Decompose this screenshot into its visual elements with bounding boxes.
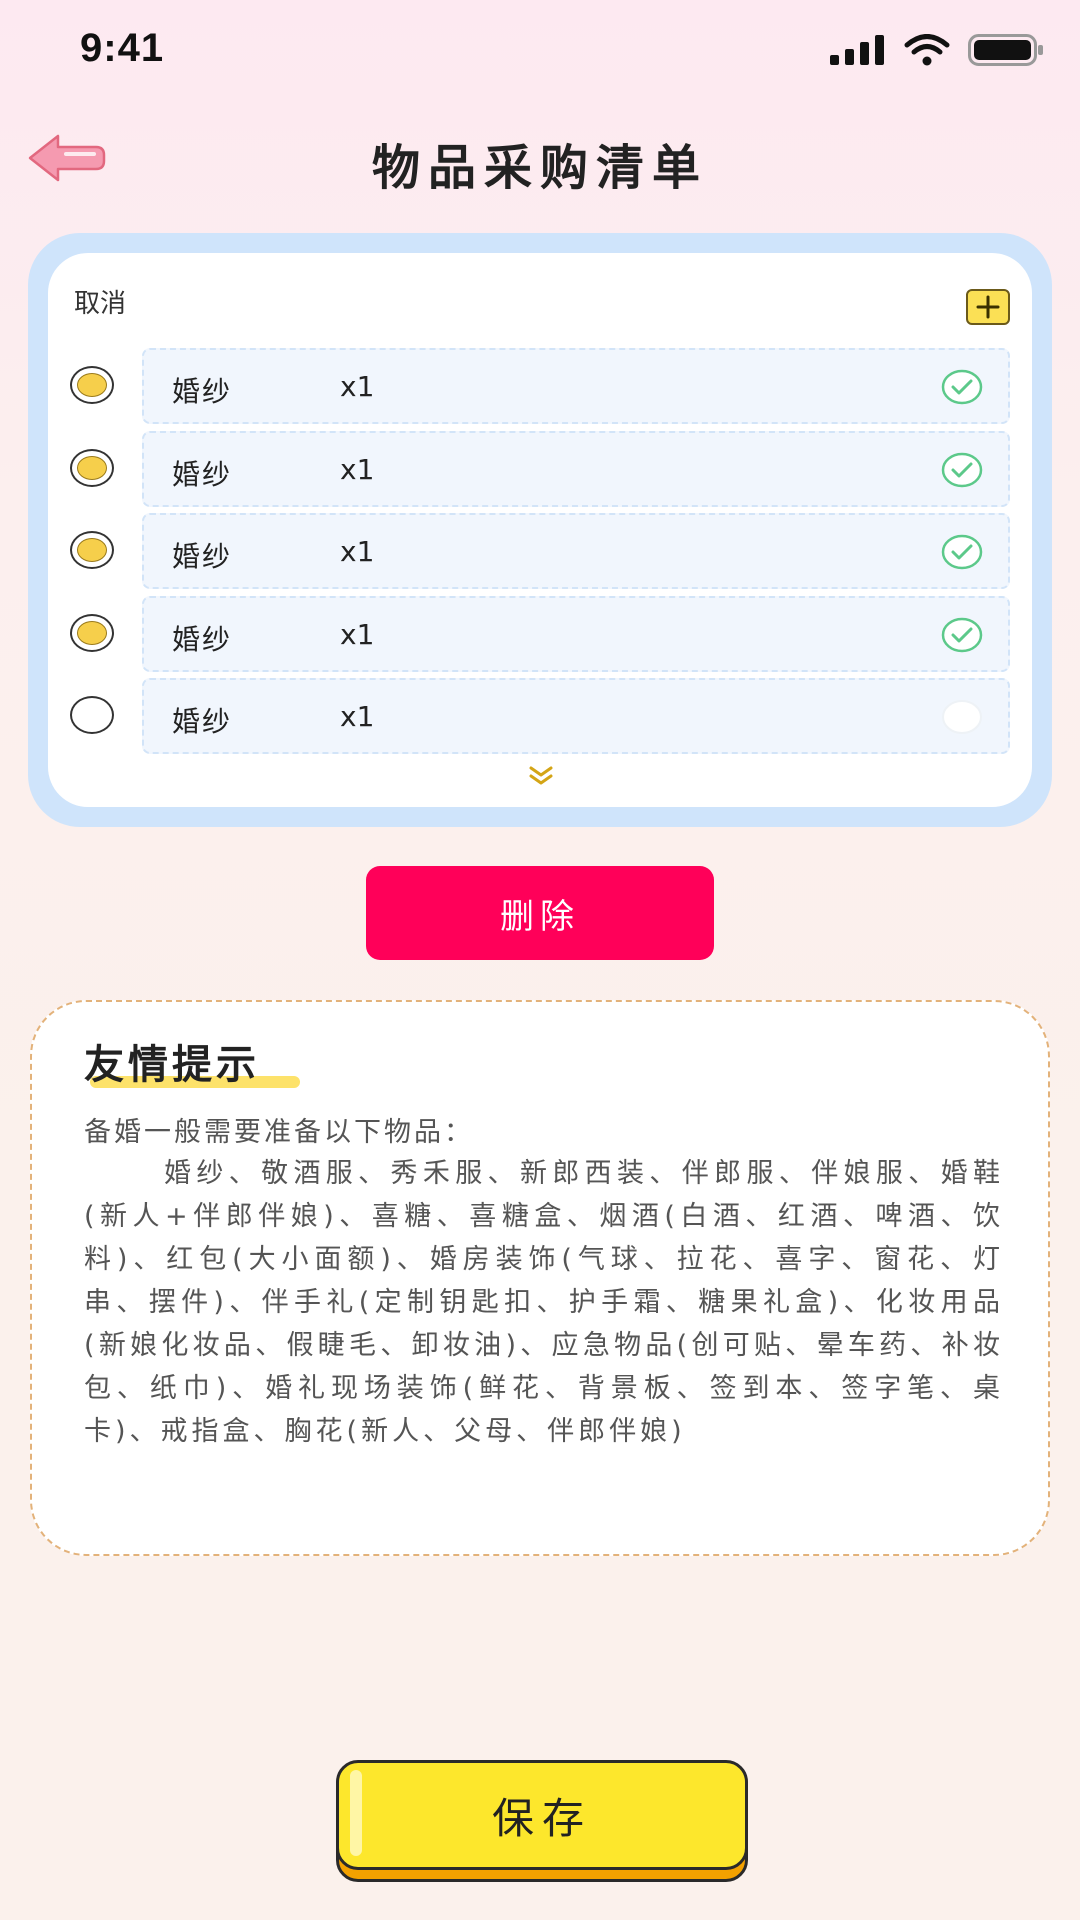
shopping-list-card: 取消 婚纱 x1 婚纱 x1 婚纱 x1 婚纱 x1 婚纱 x1 [28,233,1052,827]
item-quantity: x1 [340,452,375,486]
status-time: 9:41 [80,26,165,70]
list-item: 婚纱 x1 [48,678,1032,761]
item-name: 婚纱 [172,457,233,491]
save-button-gloss [350,1770,362,1856]
tip-body: 婚纱、敬酒服、秀禾服、新郎西装、伴郎服、伴娘服、婚鞋(新人+伴郎伴娘)、喜糖、喜… [84,1158,1004,1447]
list-item: 婚纱 x1 [48,430,1032,514]
check-circle-icon[interactable] [940,451,984,489]
item-quantity: x1 [340,535,375,568]
tip-intro: 备婚一般需要准备以下物品： [84,1117,474,1148]
radio-selected-dot [77,620,107,645]
radio-selected-dot [77,373,107,397]
item-name: 婚纱 [172,375,233,408]
wifi-icon [904,34,950,66]
radio-selected-dot [77,455,107,480]
item-name: 婚纱 [172,540,233,573]
tip-card: 友情提示 备婚一般需要准备以下物品： 婚纱、敬酒服、秀禾服、新郎西装、伴郎服、伴… [30,1000,1050,1556]
item-quantity: x1 [340,617,375,651]
item-select-radio[interactable] [70,366,114,404]
item-select-radio[interactable] [70,531,114,569]
radio-selected-dot [77,538,107,562]
cancel-button[interactable]: 取消 [74,283,126,320]
tip-title-wrap: 友情提示 [84,1032,300,1090]
status-bar: 9:41 [0,0,1080,100]
delete-button[interactable]: 删除 [366,866,714,960]
page-title: 物品采购清单 [371,140,708,196]
item-entry[interactable]: 婚纱 x1 [142,513,1010,589]
empty-circle-icon[interactable] [940,698,984,736]
check-circle-icon[interactable] [940,616,984,654]
item-select-radio[interactable] [70,696,114,734]
save-button-face: 保存 [336,1760,748,1870]
battery-icon [968,34,1043,66]
item-quantity: x1 [340,700,375,733]
item-entry[interactable]: 婚纱 x1 [142,595,1010,672]
save-button-label: 保存 [491,1793,592,1843]
check-circle-icon[interactable] [940,368,984,406]
tip-title: 友情提示 [84,1042,260,1088]
item-name: 婚纱 [172,705,233,738]
list-item: 婚纱 x1 [48,513,1032,596]
expand-chevron-icon[interactable] [528,765,554,787]
save-button[interactable]: 保存 [336,1760,748,1882]
list-item: 婚纱 x1 [48,595,1032,679]
list-item: 婚纱 x1 [48,348,1032,431]
item-entry[interactable]: 婚纱 x1 [142,678,1010,754]
item-entry[interactable]: 婚纱 x1 [142,348,1010,424]
header: 物品采购清单 [0,110,1080,210]
item-quantity: x1 [340,370,375,403]
add-item-button[interactable] [966,289,1010,325]
check-circle-icon[interactable] [940,533,984,571]
item-select-radio[interactable] [70,613,114,652]
item-list: 婚纱 x1 婚纱 x1 婚纱 x1 婚纱 x1 婚纱 x1 [48,348,1032,761]
item-select-radio[interactable] [70,448,114,487]
signal-icon [830,35,884,65]
status-icons [830,34,1044,66]
shopping-list-panel: 取消 婚纱 x1 婚纱 x1 婚纱 x1 婚纱 x1 婚纱 x1 [48,253,1032,807]
item-entry[interactable]: 婚纱 x1 [142,430,1010,507]
item-name: 婚纱 [172,622,233,656]
plus-icon [976,295,1000,319]
